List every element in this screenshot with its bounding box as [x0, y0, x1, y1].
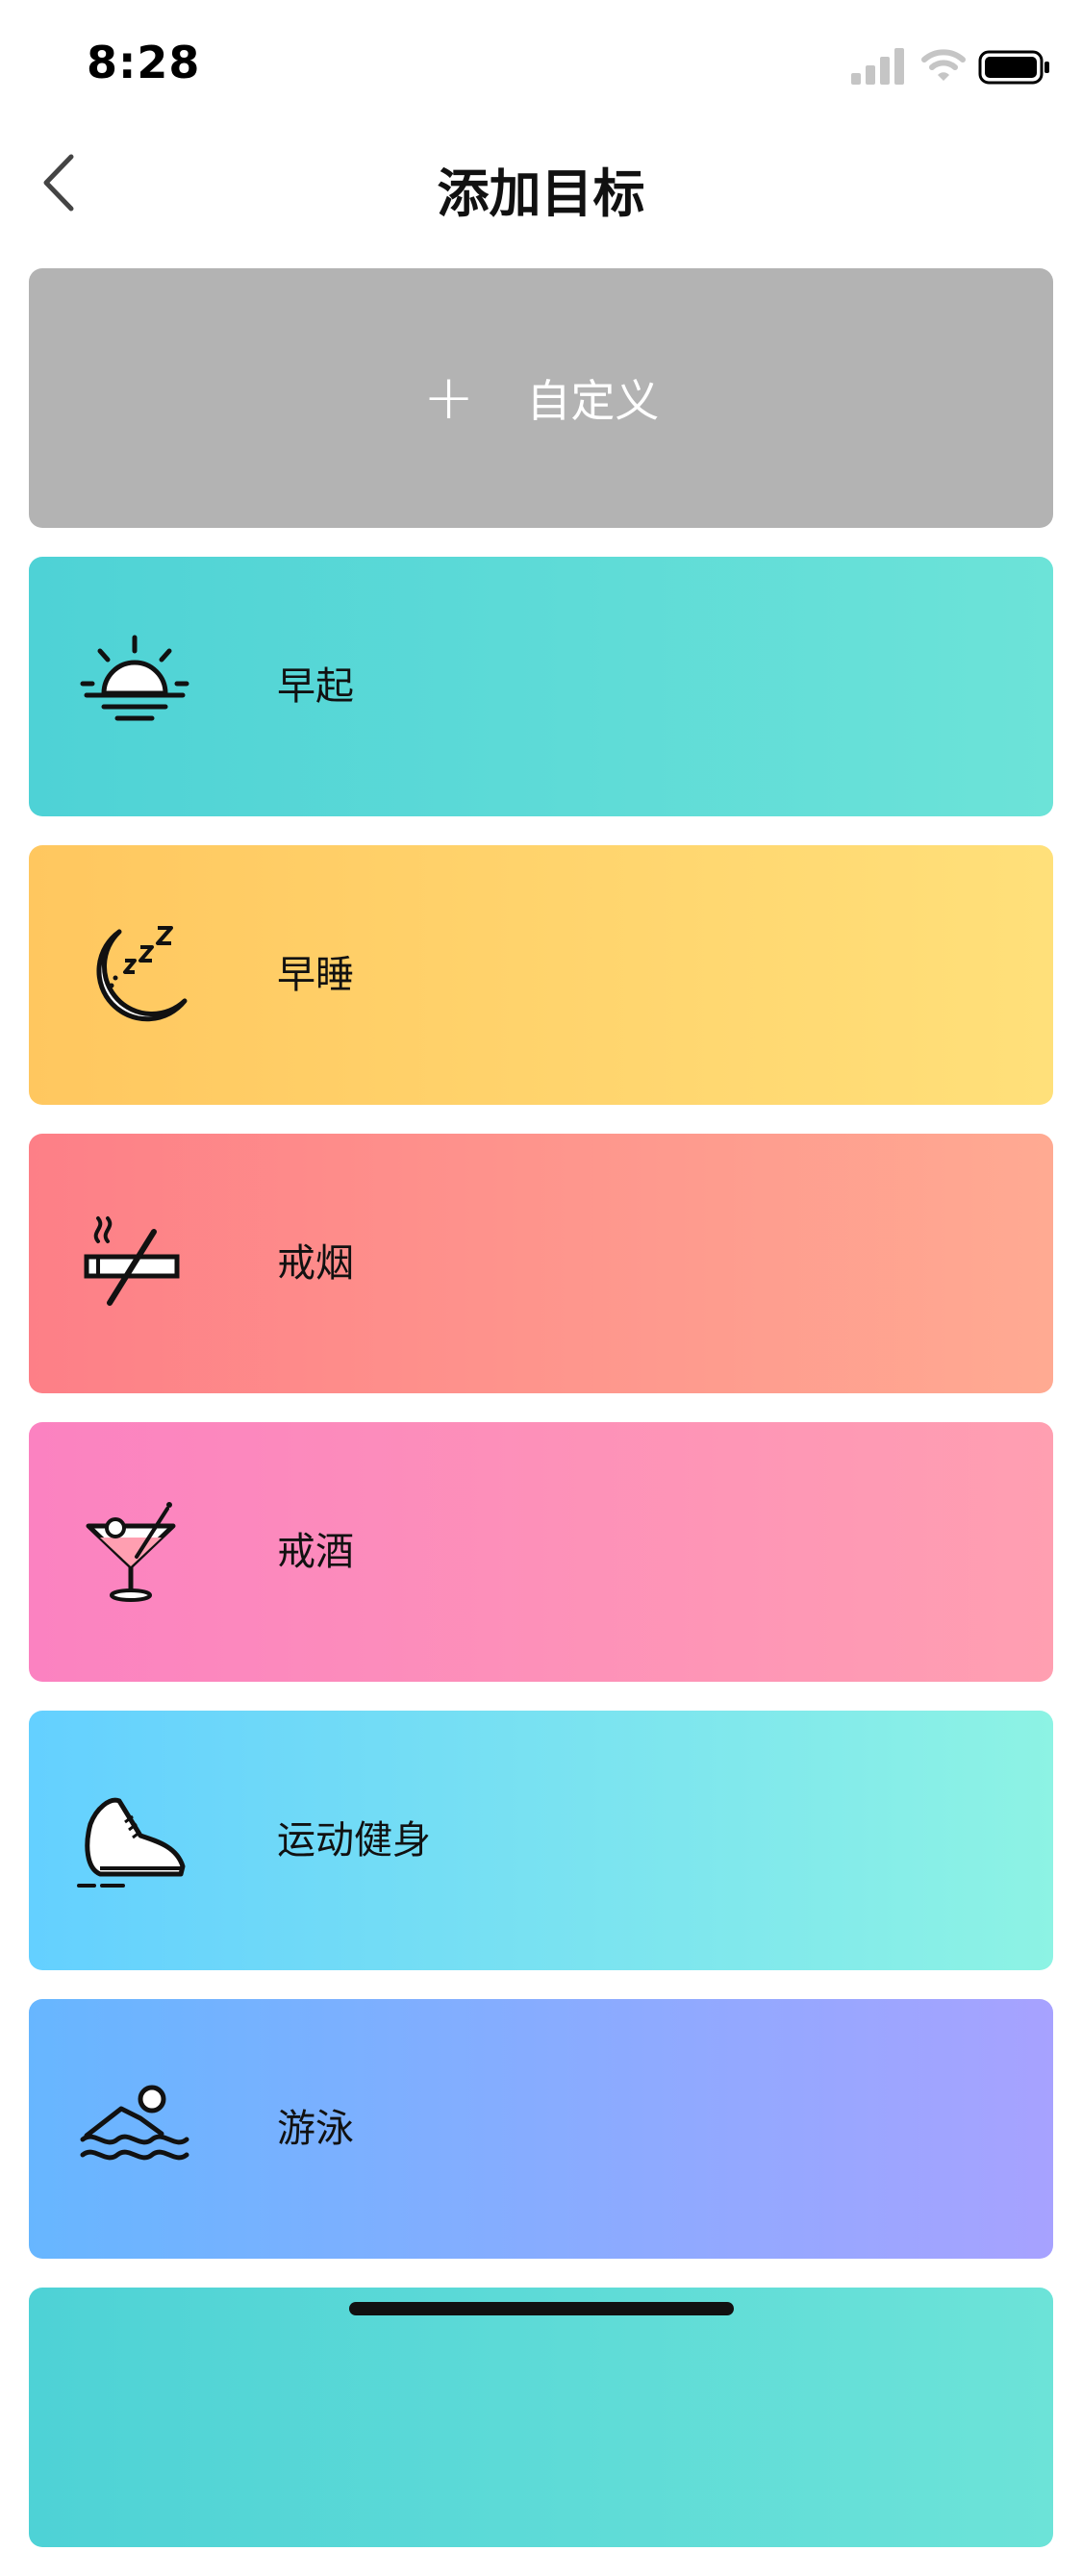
goal-item-early-sleep[interactable]: 早睡: [29, 845, 1053, 1105]
goal-item-quit-drinking[interactable]: 戒酒: [29, 1422, 1053, 1682]
goal-list: + 自定义 早起 早睡 戒烟 戒酒 运动健身 游泳: [29, 268, 1053, 2576]
goal-item-early-rise[interactable]: 早起: [29, 557, 1053, 816]
cocktail-icon: [86, 1502, 176, 1602]
goal-label: 运动健身: [277, 1818, 431, 1863]
goal-item-partial[interactable]: [29, 2288, 1053, 2547]
goal-item-fitness[interactable]: 运动健身: [29, 1711, 1053, 1970]
moon-sleep-icon: [96, 926, 188, 1022]
goal-item-quit-smoking[interactable]: 戒烟: [29, 1134, 1053, 1393]
sunrise-icon: [80, 635, 189, 721]
goal-label: 早起: [277, 664, 354, 709]
goal-label: 游泳: [277, 2107, 354, 2151]
custom-goal-button[interactable]: + 自定义: [29, 268, 1053, 528]
status-icons: [851, 46, 1049, 85]
home-indicator[interactable]: [349, 2302, 734, 2315]
goal-label: 早睡: [277, 953, 354, 997]
swimmer-icon: [80, 2085, 189, 2161]
goal-label: 戒酒: [277, 1530, 354, 1574]
status-bar: 8:28: [0, 0, 1082, 130]
navigation-bar: 添加目标: [0, 130, 1082, 236]
status-time: 8:28: [87, 37, 201, 88]
goal-label: 戒烟: [277, 1241, 354, 1286]
page-title: 添加目标: [437, 163, 645, 224]
wifi-icon: [921, 49, 966, 81]
custom-goal-label: 自定义: [526, 375, 660, 427]
plus-icon: +: [422, 363, 475, 434]
no-smoking-icon: [84, 1216, 180, 1306]
cellular-signal-icon: [851, 48, 904, 85]
sneaker-icon: [77, 1797, 186, 1888]
battery-icon: [978, 50, 1049, 85]
goal-item-swimming[interactable]: 游泳: [29, 1999, 1053, 2259]
